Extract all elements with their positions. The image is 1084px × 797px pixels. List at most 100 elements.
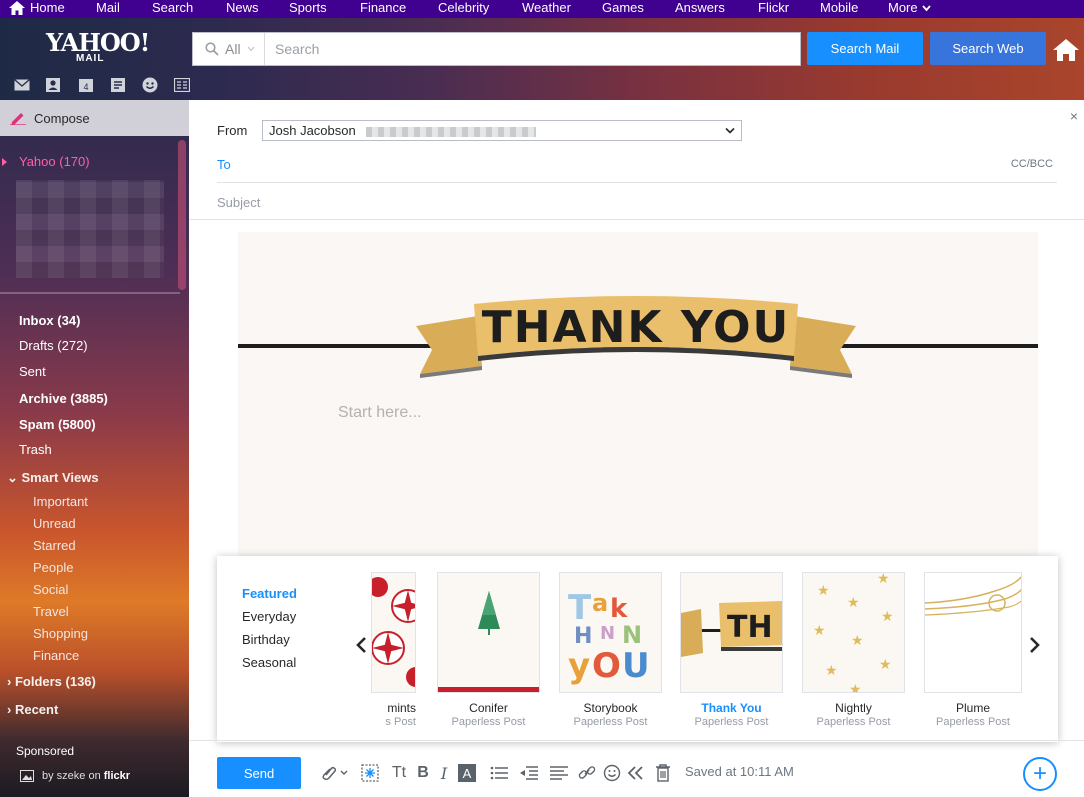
rich-text-toggle-icon[interactable] (626, 763, 646, 783)
stationery-card-nightly[interactable]: ★ ★ ★ ★ ★ ★ ★ ★ ★ Nightly Paperless Post (802, 572, 905, 728)
nav-weather[interactable]: Weather (522, 0, 571, 16)
sidebar-item-inbox[interactable]: Inbox (34) (19, 313, 80, 328)
newsfeed-icon[interactable] (166, 76, 198, 94)
card-name: Thank You (701, 701, 762, 715)
stationery-icon[interactable] (360, 763, 380, 783)
attach-icon[interactable] (319, 763, 349, 783)
header-divider (189, 219, 1084, 220)
from-select[interactable]: Josh Jacobson (262, 120, 742, 141)
to-field-label[interactable]: To (217, 157, 231, 172)
card-thumbnail (437, 572, 540, 693)
sponsored-label[interactable]: Sponsored (16, 744, 74, 758)
stationery-card-mints[interactable]: mints s Post (371, 572, 416, 728)
smart-views-toggle[interactable]: ⌄ Smart Views (7, 470, 99, 486)
nav-flickr[interactable]: Flickr (758, 0, 789, 16)
folders-label: Folders (136) (14, 674, 96, 689)
mail-icon[interactable] (6, 76, 38, 94)
svg-text:★: ★ (877, 573, 890, 587)
card-thumbnail (371, 572, 416, 693)
stationery-card-conifer[interactable]: Conifer Paperless Post (437, 572, 540, 728)
sidebar-item-trash[interactable]: Trash (19, 442, 52, 457)
scrollbar[interactable] (178, 140, 186, 290)
svg-text:★: ★ (825, 663, 838, 679)
photo-credit[interactable]: by szeke on flickr (20, 770, 130, 782)
yahoo-logo-sub: MAIL (76, 53, 105, 64)
folders-toggle[interactable]: › Folders (136) (7, 674, 96, 689)
smart-view-people[interactable]: People (33, 560, 73, 575)
notepad-icon[interactable] (102, 76, 134, 94)
send-button[interactable]: Send (217, 757, 301, 789)
nav-more[interactable]: More (888, 0, 918, 16)
recent-toggle[interactable]: › Recent (7, 702, 58, 717)
card-name: mints (387, 701, 416, 715)
search-web-button[interactable]: Search Web (930, 32, 1046, 65)
account-name[interactable]: Yahoo (170) (19, 154, 90, 169)
compose-button[interactable]: Compose (0, 100, 189, 136)
search-scope-select[interactable]: All (193, 33, 265, 65)
nav-games[interactable]: Games (602, 0, 644, 16)
sidebar-divider[interactable] (0, 292, 180, 294)
smart-view-finance[interactable]: Finance (33, 648, 79, 663)
nav-mobile[interactable]: Mobile (820, 0, 858, 16)
nav-search[interactable]: Search (152, 0, 193, 16)
chevron-right-icon[interactable] (1029, 636, 1041, 654)
svg-text:4: 4 (83, 82, 88, 92)
app-switcher: 4 (6, 76, 198, 94)
nav-news[interactable]: News (226, 0, 259, 16)
italic-icon[interactable]: I (434, 763, 454, 783)
stationery-canvas[interactable]: THANK YOU Start here... (238, 232, 1038, 572)
sidebar-item-sent[interactable]: Sent (19, 364, 46, 379)
stationery-card-plume[interactable]: Plume Paperless Post (924, 572, 1022, 728)
bullet-list-icon[interactable] (489, 763, 509, 783)
close-icon[interactable]: × (1070, 108, 1078, 124)
stationery-card-storybook[interactable]: Tak HNN yOU Storybook Paperless Post (559, 572, 662, 728)
emoji-icon[interactable] (602, 763, 622, 783)
field-divider (217, 182, 1057, 183)
card-thumbnail: Tak HNN yOU (559, 572, 662, 693)
smart-view-shopping[interactable]: Shopping (33, 626, 88, 641)
bold-icon[interactable]: B (413, 763, 433, 783)
align-icon[interactable] (549, 763, 569, 783)
smart-view-starred[interactable]: Starred (33, 538, 76, 553)
nav-finance[interactable]: Finance (360, 0, 406, 16)
svg-text:N: N (600, 623, 615, 644)
home-icon[interactable] (1052, 38, 1080, 62)
svg-text:★: ★ (879, 657, 892, 673)
nav-mail[interactable]: Mail (96, 0, 120, 16)
expand-arrow-icon[interactable] (2, 158, 7, 166)
chevron-left-icon[interactable] (355, 636, 367, 654)
category-birthday[interactable]: Birthday (242, 632, 290, 647)
body-editor[interactable]: Start here... (338, 404, 422, 422)
nav-home[interactable]: Home (30, 0, 65, 16)
indent-icon[interactable] (519, 763, 539, 783)
sidebar-item-spam[interactable]: Spam (5800) (19, 417, 96, 432)
plus-icon[interactable]: + (1023, 757, 1057, 791)
smart-view-social[interactable]: Social (33, 582, 68, 597)
calendar-icon[interactable]: 4 (70, 76, 102, 94)
sidebar-item-drafts[interactable]: Drafts (272) (19, 338, 88, 353)
smart-view-travel[interactable]: Travel (33, 604, 69, 619)
nav-sports[interactable]: Sports (289, 0, 327, 16)
search-mail-button[interactable]: Search Mail (807, 32, 923, 65)
smart-view-important[interactable]: Important (33, 494, 88, 509)
nav-celebrity[interactable]: Celebrity (438, 0, 489, 16)
home-icon[interactable] (9, 1, 25, 15)
subject-field[interactable]: Subject (217, 195, 260, 210)
ccbcc-toggle[interactable]: CC/BCC (1011, 158, 1053, 170)
trash-icon[interactable] (653, 763, 673, 783)
card-source: Paperless Post (816, 716, 891, 728)
link-icon[interactable] (577, 763, 597, 783)
smart-view-unread[interactable]: Unread (33, 516, 76, 531)
category-featured[interactable]: Featured (242, 586, 297, 601)
stationery-card-thank-you[interactable]: TH Thank You Paperless Post (680, 572, 783, 728)
search-input[interactable] (265, 33, 800, 65)
contacts-icon[interactable] (38, 76, 70, 94)
messenger-icon[interactable] (134, 76, 166, 94)
card-name: Plume (955, 701, 990, 715)
text-color-icon[interactable]: A (457, 763, 477, 783)
font-size-icon[interactable]: Tt (389, 763, 409, 783)
category-seasonal[interactable]: Seasonal (242, 655, 296, 670)
sidebar-item-archive[interactable]: Archive (3885) (19, 391, 108, 406)
nav-answers[interactable]: Answers (675, 0, 725, 16)
category-everyday[interactable]: Everyday (242, 609, 296, 624)
